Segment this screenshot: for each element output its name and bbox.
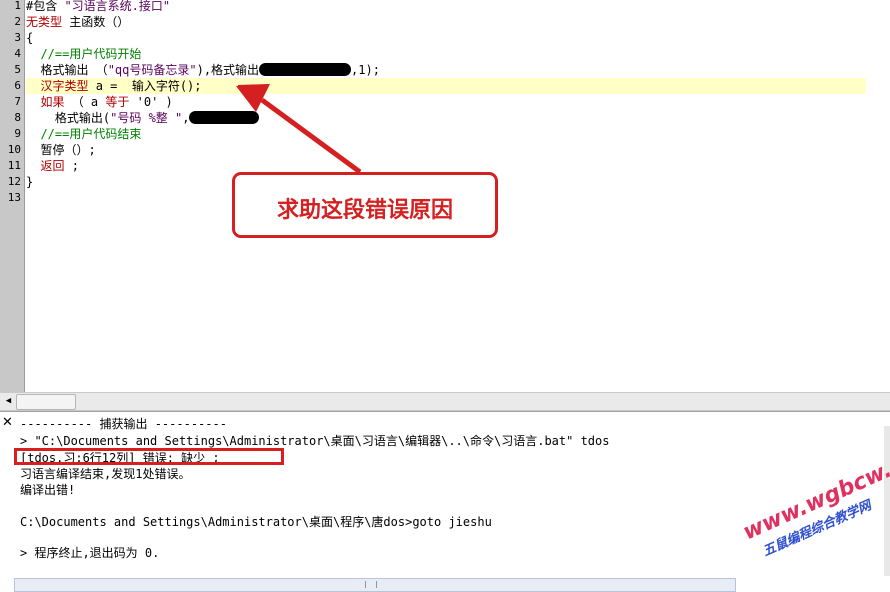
code-token: 格式输出 （ xyxy=(26,63,108,77)
redacted-text xyxy=(189,111,260,124)
scroll-left-arrow-icon[interactable]: ◀ xyxy=(2,395,15,408)
code-token: 汉字类型 xyxy=(40,79,89,93)
code-token: 如果 xyxy=(40,95,65,109)
line-number: 11 xyxy=(7,159,21,172)
callout-text: 求助这段错误原因 xyxy=(276,198,453,223)
code-line[interactable]: //==用户代码开始 xyxy=(26,46,141,62)
line-number: 2 xyxy=(14,15,21,28)
line-number: 8 xyxy=(14,111,21,124)
code-line[interactable]: //==用户代码结束 xyxy=(26,126,141,142)
line-number: 4 xyxy=(14,47,21,60)
line-number: 1 xyxy=(14,0,21,12)
error-highlight-box xyxy=(14,448,284,465)
line-number: 10 xyxy=(7,143,21,156)
code-token: 主函数（） xyxy=(62,15,130,29)
code-token: //==用户代码结束 xyxy=(26,127,142,141)
code-token: 等于 xyxy=(105,95,130,109)
output-header: ---------- 捕获输出 ---------- xyxy=(20,417,227,431)
code-token: #包含 xyxy=(26,0,65,13)
scrollbar-grip[interactable] xyxy=(365,581,377,588)
code-token: { xyxy=(26,31,34,45)
code-token: "号码 %整 " xyxy=(110,111,183,125)
code-token: ,1); xyxy=(351,63,380,77)
code-line[interactable]: 汉字类型 a = 输入字符(); xyxy=(26,78,866,94)
code-line[interactable]: { xyxy=(26,30,33,46)
output-exit-line: > 程序终止,退出码为 0. xyxy=(20,546,160,560)
code-line[interactable]: } xyxy=(26,174,33,190)
line-number: 9 xyxy=(14,127,21,140)
line-number: 3 xyxy=(14,31,21,44)
line-number: 13 xyxy=(7,191,21,204)
line-number: 6 xyxy=(14,79,21,92)
output-horizontal-scrollbar[interactable] xyxy=(14,578,736,592)
code-token: 返回 xyxy=(40,159,65,173)
editor-horizontal-scrollbar[interactable]: ◀ xyxy=(0,392,890,411)
line-number: 5 xyxy=(14,63,21,76)
code-token: 暂停（）; xyxy=(26,143,96,157)
output-command: > "C:\Documents and Settings\Administrat… xyxy=(20,434,610,448)
help-callout: 求助这段错误原因 xyxy=(232,172,498,238)
output-compile-failed: 编译出错! xyxy=(20,483,76,497)
output-summary: 习语言编译结束,发现1处错误。 xyxy=(20,467,191,481)
code-token: } xyxy=(26,175,34,189)
code-token: a = 输入字符(); xyxy=(88,79,202,93)
line-number-gutter: 1 2 3 4 5 6 7 8 9 10 11 12 13 xyxy=(0,0,25,392)
code-token: "qq号码备忘录" xyxy=(107,63,197,77)
code-token: , xyxy=(182,111,190,125)
scrollbar-thumb[interactable] xyxy=(16,394,76,410)
code-line[interactable]: 格式输出("号码 %整 ", xyxy=(26,110,260,126)
output-goto-line: C:\Documents and Settings\Administrator\… xyxy=(20,515,492,529)
code-token: '0' ) xyxy=(129,95,173,109)
code-line[interactable]: 格式输出 （"qq号码备忘录"),格式输出 ,1); xyxy=(26,62,380,78)
close-icon[interactable]: ✕ xyxy=(2,415,13,430)
code-token: 格式输出( xyxy=(26,111,111,125)
code-token: 无类型 xyxy=(26,15,63,29)
code-line[interactable]: 返回 ; xyxy=(26,158,79,174)
code-token: ),格式输出 xyxy=(196,63,260,77)
code-line[interactable]: 无类型 主函数（） xyxy=(26,14,129,30)
code-token: （ a xyxy=(64,95,106,109)
code-line[interactable]: #包含 "习语言系统.接口" xyxy=(26,0,170,14)
code-line[interactable]: 暂停（）; xyxy=(26,142,96,158)
code-token: //==用户代码开始 xyxy=(26,47,142,61)
line-number: 12 xyxy=(7,175,21,188)
code-line[interactable]: 如果 （ a 等于 '0' ) xyxy=(26,94,173,110)
redacted-text xyxy=(259,63,352,76)
code-token: ; xyxy=(64,159,79,173)
code-token: "习语言系统.接口" xyxy=(64,0,171,13)
line-number: 7 xyxy=(14,95,21,108)
